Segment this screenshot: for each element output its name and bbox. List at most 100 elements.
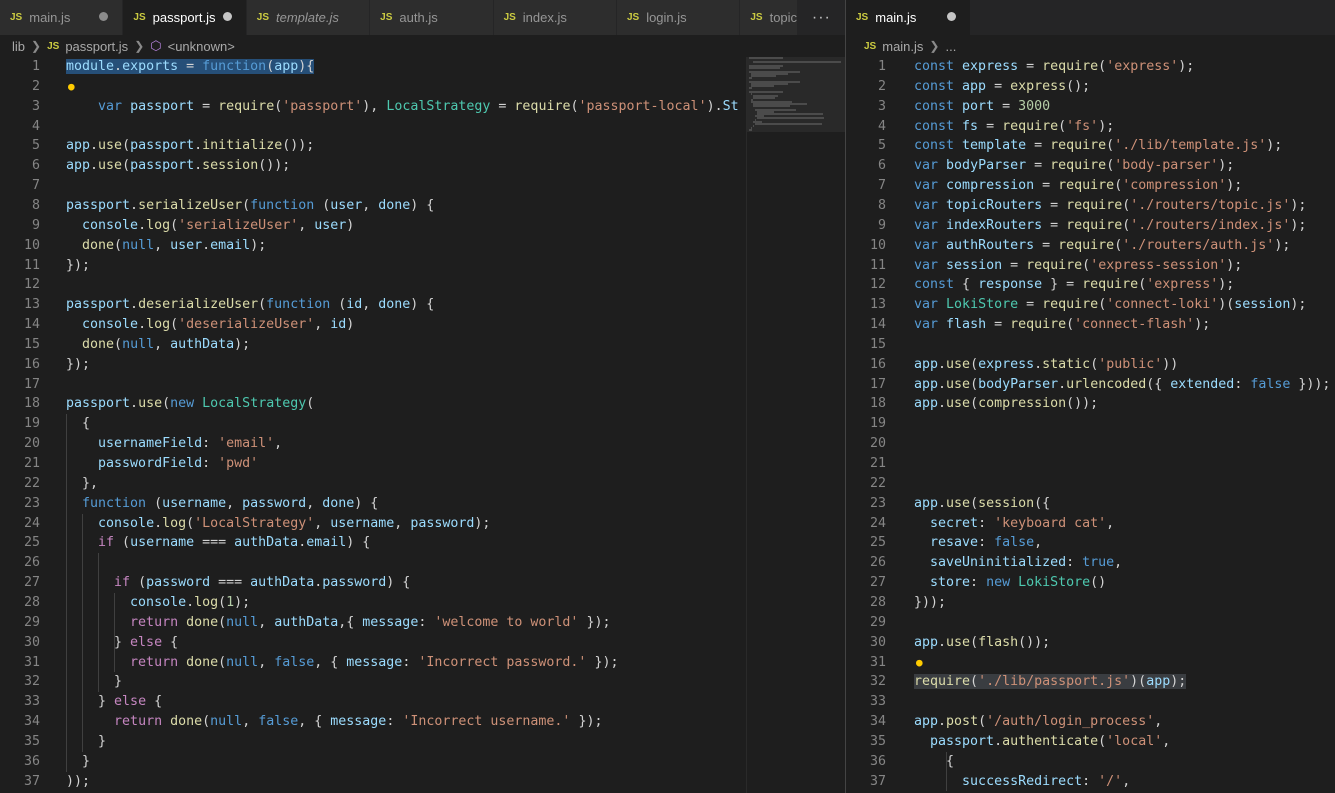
tab-main-js[interactable]: JS main.js <box>0 0 124 35</box>
code-line[interactable]: 27 store: new LokiStore() <box>846 573 1335 593</box>
code-line[interactable]: 7 <box>0 176 845 196</box>
code-line[interactable]: 31 return done(null, false, { message: '… <box>0 653 845 673</box>
code-line[interactable]: 3 const port = 3000 <box>846 97 1335 117</box>
line-number: 28 <box>23 594 40 610</box>
code-line[interactable]: 21 <box>846 454 1335 474</box>
code-line[interactable]: 29 return done(null, authData,{ message:… <box>0 613 845 633</box>
code-line[interactable]: 34 app.post('/auth/login_process', <box>846 712 1335 732</box>
code-line[interactable]: 35 passport.authenticate('local', <box>846 732 1335 752</box>
more-actions-icon[interactable]: ··· <box>798 0 845 35</box>
code-line[interactable]: 22 <box>846 474 1335 494</box>
code-line[interactable]: 10 done(null, user.email); <box>0 236 845 256</box>
code-editor[interactable]: 1 module.exports = function(app){2 ● 3 var … <box>0 57 845 793</box>
code-line[interactable]: 17 app.use(bodyParser.urlencoded({ extend… <box>846 375 1335 395</box>
code-line[interactable]: 16}); <box>0 355 845 375</box>
code-line[interactable]: 28 console.log(1); <box>0 593 845 613</box>
code-line[interactable]: 21 passwordField: 'pwd' <box>0 454 845 474</box>
code-line[interactable]: 29 <box>846 613 1335 633</box>
dot-icon[interactable] <box>947 12 956 21</box>
breadcrumb-symbol[interactable]: <unknown> <box>168 39 235 54</box>
breadcrumb-file[interactable]: passport.js <box>65 39 128 54</box>
code-line[interactable]: 1 const express = require('express'); <box>846 57 1335 77</box>
code-line[interactable]: 4 <box>0 117 845 137</box>
code-line[interactable]: 19 <box>846 414 1335 434</box>
code-line[interactable]: 14 console.log('deserializeUser', id) <box>0 315 845 335</box>
tab-login-js[interactable]: JS login.js <box>616 0 741 35</box>
code-line[interactable]: 12 <box>0 275 845 295</box>
code-line[interactable]: 15 done(null, authData); <box>0 335 845 355</box>
code-editor[interactable]: 1 const express = require('express'); 2 con… <box>846 57 1335 793</box>
breadcrumb-tail[interactable]: ... <box>945 39 956 54</box>
code-line[interactable]: 9 var indexRouters = require('./routers/i… <box>846 216 1335 236</box>
code-line[interactable]: 5 app.use(passport.initialize()); <box>0 136 845 156</box>
code-line[interactable]: 8 var topicRouters = require('./routers/t… <box>846 196 1335 216</box>
code-line[interactable]: 33 <box>846 692 1335 712</box>
code-line[interactable]: 26 saveUninitialized: true, <box>846 553 1335 573</box>
code-line[interactable]: 30 } else { <box>0 633 845 653</box>
tab-index-js[interactable]: JS index.js <box>493 0 617 35</box>
code-line[interactable]: 37)); <box>0 772 845 792</box>
tab-passport-js[interactable]: JS passport.js <box>123 0 247 35</box>
tab-auth-js[interactable]: JS auth.js <box>370 0 494 35</box>
code-line[interactable]: 23 function (username, password, done) { <box>0 494 845 514</box>
breadcrumb-folder[interactable]: lib <box>12 39 25 54</box>
code-line[interactable]: 31 ● <box>846 653 1335 673</box>
lightbulb-icon[interactable]: ● <box>68 77 75 97</box>
code-line[interactable]: 24 console.log('LocalStrategy', username… <box>0 514 845 534</box>
editor-group-right: JS main.js JS main.js ❯ ... 1 const expres… <box>846 0 1335 793</box>
code-text: } <box>66 753 91 769</box>
code-line[interactable]: 4 const fs = require('fs'); <box>846 117 1335 137</box>
code-line[interactable]: 8 passport.serializeUser(function (user, … <box>0 196 845 216</box>
code-line[interactable]: 35 } <box>0 732 845 752</box>
code-line[interactable]: 16 app.use(express.static('public')) <box>846 355 1335 375</box>
code-line[interactable]: 34 return done(null, false, { message: '… <box>0 712 845 732</box>
tab-main-js[interactable]: JS main.js <box>846 0 971 35</box>
code-line[interactable]: 27 if (password === authData.password) { <box>0 573 845 593</box>
line-number: 13 <box>23 297 40 313</box>
code-line[interactable]: 32 require('./lib/passport.js')(app); <box>846 672 1335 692</box>
code-line[interactable]: 20 usernameField: 'email', <box>0 434 845 454</box>
dot-icon[interactable] <box>99 12 109 21</box>
code-line[interactable]: 15 <box>846 335 1335 355</box>
tab-template-js[interactable]: JS template.js <box>246 0 371 35</box>
code-line[interactable]: 11}); <box>0 256 845 276</box>
code-line[interactable]: 26 <box>0 553 845 573</box>
code-line[interactable]: 12 const { response } = require('express'… <box>846 275 1335 295</box>
code-line[interactable]: 20 <box>846 434 1335 454</box>
code-line[interactable]: 28})); <box>846 593 1335 613</box>
line-number: 34 <box>23 714 40 730</box>
code-line[interactable]: 13 passport.deserializeUser(function (id,… <box>0 295 845 315</box>
code-line[interactable]: 2 const app = express(); <box>846 77 1335 97</box>
breadcrumb-file[interactable]: main.js <box>882 39 923 54</box>
code-line[interactable]: 30 app.use(flash()); <box>846 633 1335 653</box>
code-line[interactable]: 1 module.exports = function(app){ <box>0 57 845 77</box>
code-line[interactable]: 24 secret: 'keyboard cat', <box>846 514 1335 534</box>
lightbulb-icon[interactable]: ● <box>916 653 923 673</box>
code-line[interactable]: 6 app.use(passport.session()); <box>0 156 845 176</box>
code-line[interactable]: 23 app.use(session({ <box>846 494 1335 514</box>
code-line[interactable]: 6 var bodyParser = require('body-parser')… <box>846 156 1335 176</box>
code-line[interactable]: 37 successRedirect: '/', <box>846 772 1335 792</box>
code-line[interactable]: 22 }, <box>0 474 845 494</box>
code-line[interactable]: 18 app.use(compression()); <box>846 394 1335 414</box>
dot-icon[interactable] <box>222 12 232 21</box>
code-line[interactable]: 11 var session = require('express-session… <box>846 256 1335 276</box>
code-line[interactable]: 2 ● <box>0 77 845 97</box>
code-line[interactable]: 32 } <box>0 672 845 692</box>
code-line[interactable]: 3 var passport = require('passport'), Lo… <box>0 97 845 117</box>
code-line[interactable]: 5 const template = require('./lib/templat… <box>846 136 1335 156</box>
code-line[interactable]: 14 var flash = require('connect-flash'); <box>846 315 1335 335</box>
code-line[interactable]: 25 resave: false, <box>846 533 1335 553</box>
code-line[interactable]: 25 if (username === authData.email) { <box>0 533 845 553</box>
tab-topic-js[interactable]: JS topic.js <box>740 0 798 35</box>
code-line[interactable]: 36 { <box>846 752 1335 772</box>
code-line[interactable]: 7 var compression = require('compression'… <box>846 176 1335 196</box>
code-line[interactable]: 10 var authRouters = require('./routers/a… <box>846 236 1335 256</box>
code-line[interactable]: 19 { <box>0 414 845 434</box>
code-line[interactable]: 9 console.log('serializeUser', user) <box>0 216 845 236</box>
code-line[interactable]: 17 <box>0 375 845 395</box>
code-line[interactable]: 36 } <box>0 752 845 772</box>
code-line[interactable]: 33 } else { <box>0 692 845 712</box>
code-line[interactable]: 18 passport.use(new LocalStrategy( <box>0 394 845 414</box>
code-line[interactable]: 13 var LokiStore = require('connect-loki'… <box>846 295 1335 315</box>
